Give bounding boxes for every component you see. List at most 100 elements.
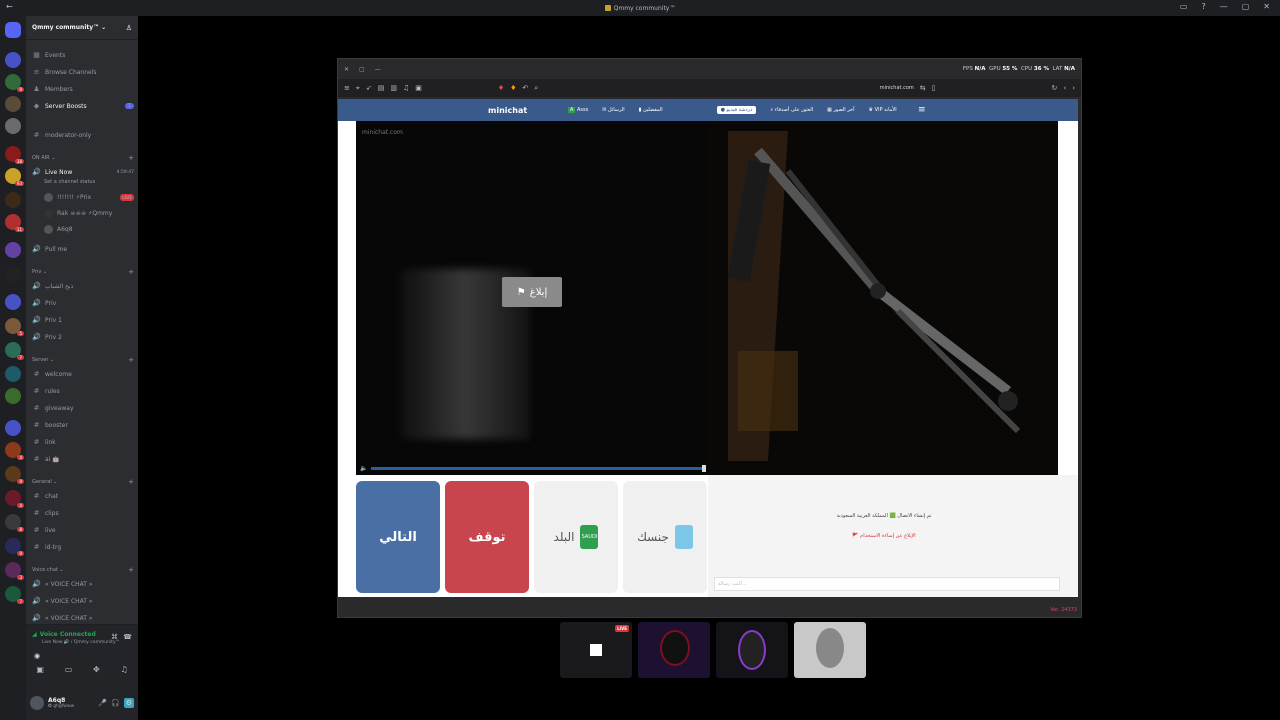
server-icon[interactable]: 9 [5,466,24,484]
voice-channel[interactable]: 🔊 « VOICE CHAT » [32,611,134,625]
server-icon[interactable]: 9 [5,74,24,92]
close-button[interactable]: ✕ [1263,2,1270,11]
next-button[interactable]: التالي [356,481,440,593]
server-icon[interactable]: 4 [5,490,24,508]
extension-icon[interactable]: ♦ [498,84,504,92]
text-channel[interactable]: # chat [32,489,134,503]
panel-icon[interactable]: ▥ [390,84,397,92]
direct-messages-icon[interactable] [5,22,21,38]
server-icon[interactable]: 5 [5,318,24,336]
minimize-tab-icon[interactable]: — [375,66,381,73]
server-icon[interactable]: 7 [5,342,24,360]
device-icon[interactable]: ▯ [932,84,936,92]
add-member-icon[interactable]: ♙ [126,24,132,32]
microphone-icon[interactable]: 🎤 [98,699,107,707]
stream-tile[interactable]: LIVE [560,622,632,678]
server-icon[interactable]: 3 [5,562,24,580]
server-icon[interactable] [5,52,21,68]
report-button[interactable]: ⚑ إبلاغ [502,277,562,307]
text-channel[interactable]: # live [32,523,134,537]
help-icon[interactable]: ? [1201,2,1205,11]
close-tab-icon[interactable]: ✕ [344,66,349,73]
text-channel[interactable]: # booster [32,418,134,432]
voice-member[interactable]: !!!!!!! ⚡Prix LIVE [44,190,134,204]
undo-icon[interactable]: ↶ [522,84,528,92]
camera-icon[interactable]: ▣ [415,84,422,92]
add-channel-icon[interactable]: + [128,154,134,162]
voice-channel[interactable]: 🔊 Priv 2 [32,330,134,344]
nav-item-messages[interactable]: ✉ الرسائل [602,107,624,113]
add-channel-icon[interactable]: + [128,268,134,276]
voice-channel-pull-me[interactable]: 🔊 Pull me [32,242,134,256]
server-icon[interactable] [5,388,21,404]
site-logo[interactable]: minichat [488,106,527,115]
menu-icon[interactable]: ≡ [344,84,350,92]
server-icon[interactable]: 8 [5,514,24,532]
text-channel[interactable]: # link [32,435,134,449]
screen-share-icon[interactable]: ▭ [65,665,73,674]
server-icon[interactable] [5,294,21,310]
participant-tile[interactable] [716,622,788,678]
server-icon[interactable] [5,366,21,382]
volume-knob[interactable] [702,464,706,472]
add-channel-icon[interactable]: + [128,478,134,486]
server-boosts-item[interactable]: ◆ Server Boosts 1 [32,99,134,113]
server-icon[interactable]: 38 [5,146,24,164]
inbox-icon[interactable]: ▭ [1180,2,1188,11]
server-icon[interactable]: 93 [5,168,24,186]
nav-item-photos[interactable]: ▦ آخر الصور [827,107,854,113]
category-server[interactable]: Server ⌄ + [32,355,134,365]
extension-icon[interactable]: ♦ [510,84,516,92]
voice-member[interactable]: Rak ☠☠☠ ⚡Qmmy [44,206,134,220]
category-general[interactable]: General ⌄ + [32,477,134,487]
nav-item-vip[interactable]: ♛ VIP الأمانة [869,107,897,113]
server-icon[interactable]: 7 [5,586,24,604]
maximize-button[interactable]: ▢ [1242,2,1250,11]
country-button[interactable]: البلد SAUDI [534,481,618,593]
soundboard-icon[interactable]: ♫ [120,665,127,674]
camera-icon[interactable]: ◉ [34,652,40,660]
category-priv[interactable]: Priv ⌄ + [32,267,134,277]
text-channel[interactable]: # rules [32,384,134,398]
gender-button[interactable]: جنسك [623,481,707,593]
server-icon[interactable] [5,118,21,134]
server-icon[interactable] [5,420,21,436]
layout-icon[interactable]: ▤ [378,84,385,92]
voice-channel[interactable]: 🔊 Priv 1 [32,313,134,327]
headphones-icon[interactable]: 🎧 [111,699,120,707]
activities-icon[interactable]: ✥ [93,665,100,674]
minimize-button[interactable]: — [1220,2,1228,11]
server-icon[interactable] [5,96,21,112]
server-icon[interactable]: 4 [5,442,24,460]
voice-connected-channel[interactable]: Live Now 🔊 / Qmmy community™ [42,640,120,645]
tab-icon[interactable]: ▢ [359,66,365,73]
back-arrow-icon[interactable]: ← [6,2,13,11]
guild-header[interactable]: Qmmy community™ ⌄ ♙ [26,16,138,40]
server-icon[interactable]: 9 [5,538,24,556]
voice-channel[interactable]: 🔊 « VOICE CHAT » [32,577,134,591]
channel-moderator-only[interactable]: # moderator-only [32,128,134,142]
text-channel[interactable]: # ai 🤖 [32,452,134,466]
noise-suppression-icon[interactable]: ⌘ [111,633,118,641]
text-channel[interactable]: # id-trg [32,540,134,554]
category-on-air[interactable]: ON AIR ⌄ + [32,153,134,163]
report-abuse-link[interactable]: 🚩 الإبلاغ عن إساءة الاستخدام [708,533,1060,539]
server-icon[interactable] [5,266,21,282]
voice-channel[interactable]: 🔊 « VOICE CHAT » [32,594,134,608]
rocket-icon[interactable]: ➶ [366,84,372,92]
participant-tile[interactable] [638,622,710,678]
nav-item-find-friends[interactable]: ⌕ العثور على أصدقاء [770,107,813,113]
twitch-server-icon[interactable] [5,242,21,258]
text-channel[interactable]: # clips [32,506,134,520]
video-icon[interactable]: ▣ [36,665,44,674]
channel-status-hint[interactable]: Set a channel status [44,179,95,185]
disconnect-icon[interactable]: ☎ [123,633,132,641]
forward-icon[interactable]: › [1072,84,1075,92]
voice-channel-live-now[interactable]: 🔊 Live Now 4:59:47 [32,165,134,179]
stop-button[interactable]: توقف [445,481,529,593]
url-field[interactable]: minichat.com [880,85,914,91]
nav-item-favorites[interactable]: ▮ المفضلين [639,107,663,113]
browse-channels-item[interactable]: ≡ Browse Channels [32,65,134,79]
location-icon[interactable]: ⌖ [356,84,360,93]
members-item[interactable]: ♟ Members [32,82,134,96]
